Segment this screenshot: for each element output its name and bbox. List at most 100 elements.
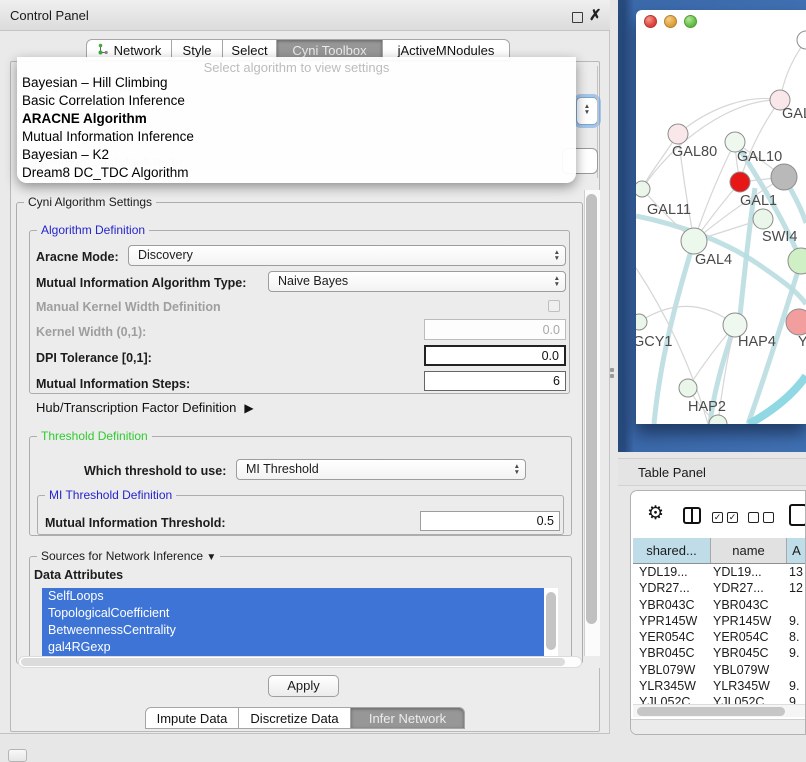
table-panel-titlebar: Table Panel — [618, 458, 806, 486]
divider-grip-icon[interactable] — [610, 368, 614, 372]
table-horizontal-scrollbar[interactable] — [633, 704, 805, 717]
tab-discretize-data[interactable]: Discretize Data — [239, 707, 351, 729]
node-gal11-label: GAL11 — [647, 202, 691, 218]
mac-close-icon[interactable] — [644, 15, 657, 28]
apply-button[interactable]: Apply — [268, 675, 339, 697]
table-cell: 8. — [787, 629, 806, 645]
document-icon[interactable] — [789, 504, 806, 526]
table-panel-title: Table Panel — [638, 465, 706, 480]
table-row[interactable]: YBL079WYBL079W — [633, 662, 806, 678]
table-row[interactable]: YPR145WYPR145W9. — [633, 613, 806, 629]
dpi-tolerance-label: DPI Tolerance [0,1]: — [36, 352, 152, 365]
panel-title: Control Panel — [10, 8, 89, 23]
algorithm-combo-arrow-button[interactable]: ▲▼ — [576, 97, 598, 125]
node-gal4[interactable] — [681, 228, 707, 254]
table-cell — [787, 662, 806, 678]
node-y[interactable] — [786, 309, 806, 335]
network-view-window[interactable]: GAL7GAL80GAL10GAL1GAL11SWI4GAL4GCY1HAP4Y… — [636, 10, 806, 424]
hub-definition-label: Hub/Transcription Factor Definition — [36, 400, 236, 415]
table-cell: YDL19... — [633, 564, 711, 580]
mac-zoom-icon[interactable] — [684, 15, 697, 28]
group-title: Threshold Definition — [37, 429, 152, 444]
settings-horizontal-scrollbar-thumb[interactable] — [21, 658, 565, 666]
manual-kernel-checkbox[interactable] — [548, 300, 560, 312]
close-icon[interactable]: ✗ — [589, 6, 602, 24]
dpi-tolerance-field[interactable] — [424, 345, 566, 366]
attributes-scrollbar-thumb[interactable] — [546, 592, 556, 650]
unchecked-checkbox-icon[interactable] — [763, 512, 774, 523]
spinner-icon: ▲▼ — [554, 276, 560, 288]
dropdown-item[interactable]: Basic Correlation Inference — [17, 92, 576, 110]
table-row[interactable]: YER054CYER054C8. — [633, 629, 806, 645]
mi-steps-label: Mutual Information Steps: — [36, 378, 190, 391]
unchecked-checkbox-icon[interactable] — [748, 512, 759, 523]
table-cell: 9. — [787, 613, 806, 629]
node-red[interactable] — [730, 172, 750, 192]
attribute-item[interactable]: BetweennessCentrality — [42, 622, 544, 639]
table-row[interactable]: YBR045CYBR045C9. — [633, 645, 806, 661]
table-row[interactable]: YLR345WYLR345W9. — [633, 678, 806, 694]
node-gal1[interactable] — [753, 209, 773, 229]
aracne-mode-label: Aracne Mode: — [36, 251, 119, 264]
table-cell: YLR345W — [711, 678, 787, 694]
spinner-icon: ▲▼ — [514, 464, 520, 476]
mi-threshold-field[interactable] — [420, 511, 560, 531]
mi-steps-field[interactable] — [424, 371, 566, 391]
gear-icon[interactable]: ⚙ — [647, 503, 664, 525]
selected-value: Discovery — [138, 248, 193, 262]
table-horizontal-scrollbar-thumb[interactable] — [637, 707, 785, 716]
settings-horizontal-scrollbar[interactable] — [18, 656, 582, 668]
mi-type-select[interactable]: Naive Bayes ▲▼ — [268, 271, 566, 292]
dropdown-item[interactable]: ARACNE Algorithm — [17, 110, 576, 128]
dropdown-item[interactable]: Bayesian – Hill Climbing — [17, 74, 576, 92]
table-cell: YPR145W — [633, 613, 711, 629]
settings-vertical-scrollbar-thumb[interactable] — [586, 194, 597, 624]
data-attributes-label: Data Attributes — [34, 569, 123, 582]
which-threshold-select[interactable]: MI Threshold ▲▼ — [236, 459, 526, 480]
float-window-icon[interactable] — [572, 12, 583, 23]
network-canvas[interactable]: GAL7GAL80GAL10GAL1GAL11SWI4GAL4GCY1HAP4Y… — [636, 10, 806, 424]
table-cell: 9. — [787, 645, 806, 661]
table-cell: YDR27... — [633, 580, 711, 596]
checked-checkbox-icon[interactable]: ✓ — [727, 512, 738, 523]
scrollbar-corner — [584, 656, 600, 668]
hub-definition-expander[interactable]: Hub/Transcription Factor Definition▶ — [36, 400, 254, 415]
node-gray[interactable] — [771, 164, 797, 190]
kernel-width-field[interactable] — [424, 319, 566, 340]
aracne-mode-select[interactable]: Discovery ▲▼ — [128, 245, 566, 266]
dropdown-item[interactable]: Bayesian – K2 — [17, 146, 576, 164]
table-cell: YBL079W — [633, 662, 711, 678]
table-row[interactable]: YDR27...YDR27...12 — [633, 580, 806, 596]
tab-impute-data[interactable]: Impute Data — [145, 707, 239, 729]
node-hap2[interactable] — [679, 379, 697, 397]
control-panel-titlebar: Control Panel ✗ — [0, 0, 610, 31]
tab-infer-network[interactable]: Infer Network — [351, 707, 465, 729]
column-header[interactable]: A — [787, 538, 806, 563]
node-gal80[interactable] — [668, 124, 688, 144]
group-title: MI Threshold Definition — [45, 488, 176, 503]
network-edge — [678, 98, 780, 134]
mac-minimize-icon[interactable] — [664, 15, 677, 28]
node-swi4[interactable] — [788, 248, 806, 274]
dropdown-item-list: Bayesian – Hill ClimbingBasic Correlatio… — [17, 74, 576, 182]
node-gcy1[interactable] — [636, 314, 647, 330]
checked-checkbox-icon[interactable]: ✓ — [712, 512, 723, 523]
tab-label: Style — [183, 43, 212, 58]
collapsed-panel-button[interactable] — [8, 749, 27, 762]
dropdown-item[interactable]: Mutual Information Inference — [17, 128, 576, 146]
dropdown-item[interactable]: Dream8 DC_TDC Algorithm — [17, 164, 576, 182]
columns-icon[interactable] — [683, 507, 701, 524]
node-hap2-label: HAP2 — [688, 399, 726, 415]
table-row[interactable]: YDL19...YDL19...13 — [633, 564, 806, 580]
attribute-item[interactable]: gal4RGexp — [42, 639, 544, 656]
attribute-item[interactable]: TopologicalCoefficient — [42, 605, 544, 622]
tab-label: Network — [114, 43, 162, 58]
attribute-item[interactable]: SelfLoops — [42, 588, 544, 605]
column-header[interactable]: shared... — [633, 538, 711, 563]
table-row[interactable]: YBR043CYBR043C — [633, 597, 806, 613]
node-top-edge[interactable] — [797, 31, 806, 49]
node-gal11[interactable] — [636, 181, 650, 197]
table-cell: YBR045C — [711, 645, 787, 661]
table-cell: YLR345W — [633, 678, 711, 694]
column-header[interactable]: name — [711, 538, 787, 563]
